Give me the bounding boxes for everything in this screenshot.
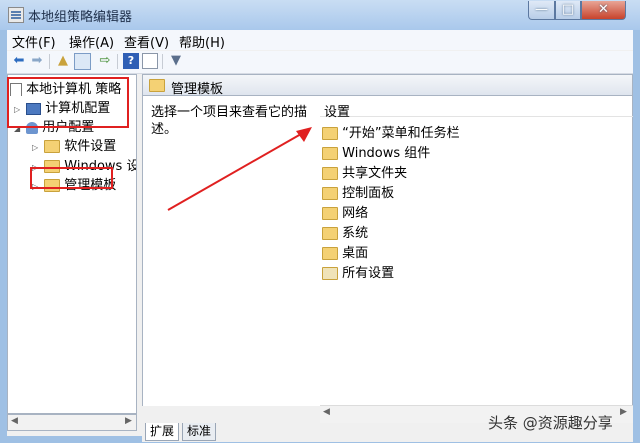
list-item-label: “开始”菜单和任务栏 [342, 126, 460, 141]
annotation-arrow [167, 127, 312, 211]
list-item[interactable]: Windows 组件 [322, 142, 622, 162]
annotation-box-admin-templates [30, 167, 113, 189]
menu-help[interactable]: 帮助(H) [179, 32, 225, 51]
title-bar[interactable]: 本地组策略编辑器 — □ ✕ [0, 0, 640, 30]
folder-icon [322, 167, 338, 180]
tab-extended[interactable]: 扩展 [145, 423, 180, 441]
column-header-label: 设置 [324, 105, 351, 120]
list-item-label: 网络 [342, 206, 369, 221]
list-item-label: 桌面 [342, 246, 369, 261]
pane-title: 管理模板 [171, 82, 224, 97]
minimize-button[interactable]: — [528, 1, 555, 20]
help-icon[interactable]: ? [123, 53, 139, 69]
list-item-label: 控制面板 [342, 186, 395, 201]
scroll-right-icon[interactable]: ▶ [620, 407, 627, 417]
toolbar-divider [162, 54, 163, 69]
minimize-icon: — [535, 2, 548, 17]
scroll-left-icon[interactable]: ◀ [11, 416, 18, 426]
annotation-box-tree-top [7, 77, 129, 128]
menu-view[interactable]: 查看(V) [124, 32, 169, 51]
tree-horizontal-scrollbar[interactable]: ◀ ▶ [7, 414, 137, 431]
menu-action[interactable]: 操作(A) [69, 32, 114, 51]
list-item[interactable]: 控制面板 [322, 182, 622, 202]
folder-icon [44, 140, 61, 153]
folder-icon [322, 147, 338, 160]
toolbar-divider [117, 54, 118, 69]
pane-header: 管理模板 [142, 74, 633, 97]
gpedit-app-icon [8, 7, 24, 23]
watermark: 头条 @资源趣分享 [488, 414, 613, 432]
menu-file[interactable]: 文件(F) [12, 32, 56, 51]
list-item[interactable]: “开始”菜单和任务栏 [322, 122, 622, 142]
back-arrow-icon[interactable]: ⬅ [11, 53, 27, 69]
show-hide-tree-icon[interactable] [74, 53, 91, 70]
scroll-right-icon[interactable]: ▶ [125, 416, 132, 426]
forward-arrow-icon[interactable]: ➡ [29, 53, 45, 69]
settings-column-header[interactable]: 设置 [320, 99, 633, 120]
filter-icon[interactable]: ▼ [168, 53, 184, 69]
list-item[interactable]: 共享文件夹 [322, 162, 622, 182]
folder-icon [149, 79, 165, 92]
folder-icon [322, 127, 338, 140]
scroll-left-icon[interactable]: ◀ [323, 407, 330, 417]
expand-arrow-icon[interactable]: ▷ [32, 143, 40, 152]
settings-list: “开始”菜单和任务栏 Windows 组件 共享文件夹 控制面板 网络 系统 桌… [322, 122, 622, 282]
properties-icon[interactable] [142, 53, 158, 69]
list-item-label: 所有设置 [342, 266, 395, 281]
arrow-shaft [167, 129, 309, 211]
list-item-label: Windows 组件 [342, 146, 431, 161]
close-icon: ✕ [598, 2, 609, 17]
tab-standard[interactable]: 标准 [182, 423, 217, 441]
list-item[interactable]: 桌面 [322, 242, 622, 262]
toolbar: ⬅ ➡ ▲ ⇨ ? ▼ [7, 51, 633, 74]
all-settings-icon [322, 267, 338, 280]
folder-icon [322, 207, 338, 220]
tree-item-label: 软件设置 [64, 139, 117, 153]
list-item[interactable]: 系统 [322, 222, 622, 242]
folder-icon [322, 247, 338, 260]
list-item[interactable]: 所有设置 [322, 262, 622, 282]
window-title: 本地组策略编辑器 [28, 10, 133, 25]
menu-bar: 文件(F) 操作(A) 查看(V) 帮助(H) [7, 30, 633, 51]
up-folder-icon[interactable]: ▲ [55, 53, 71, 69]
folder-icon [322, 187, 338, 200]
toolbar-divider [49, 54, 50, 69]
folder-icon [322, 227, 338, 240]
list-item-label: 系统 [342, 226, 369, 241]
close-button[interactable]: ✕ [581, 1, 626, 20]
maximize-button[interactable]: □ [555, 1, 581, 20]
export-icon[interactable]: ⇨ [97, 53, 113, 69]
list-item[interactable]: 网络 [322, 202, 622, 222]
maximize-icon: □ [561, 2, 575, 17]
list-item-label: 共享文件夹 [342, 166, 408, 181]
tree-item-software-settings[interactable]: ▷ 软件设置 [32, 135, 116, 153]
